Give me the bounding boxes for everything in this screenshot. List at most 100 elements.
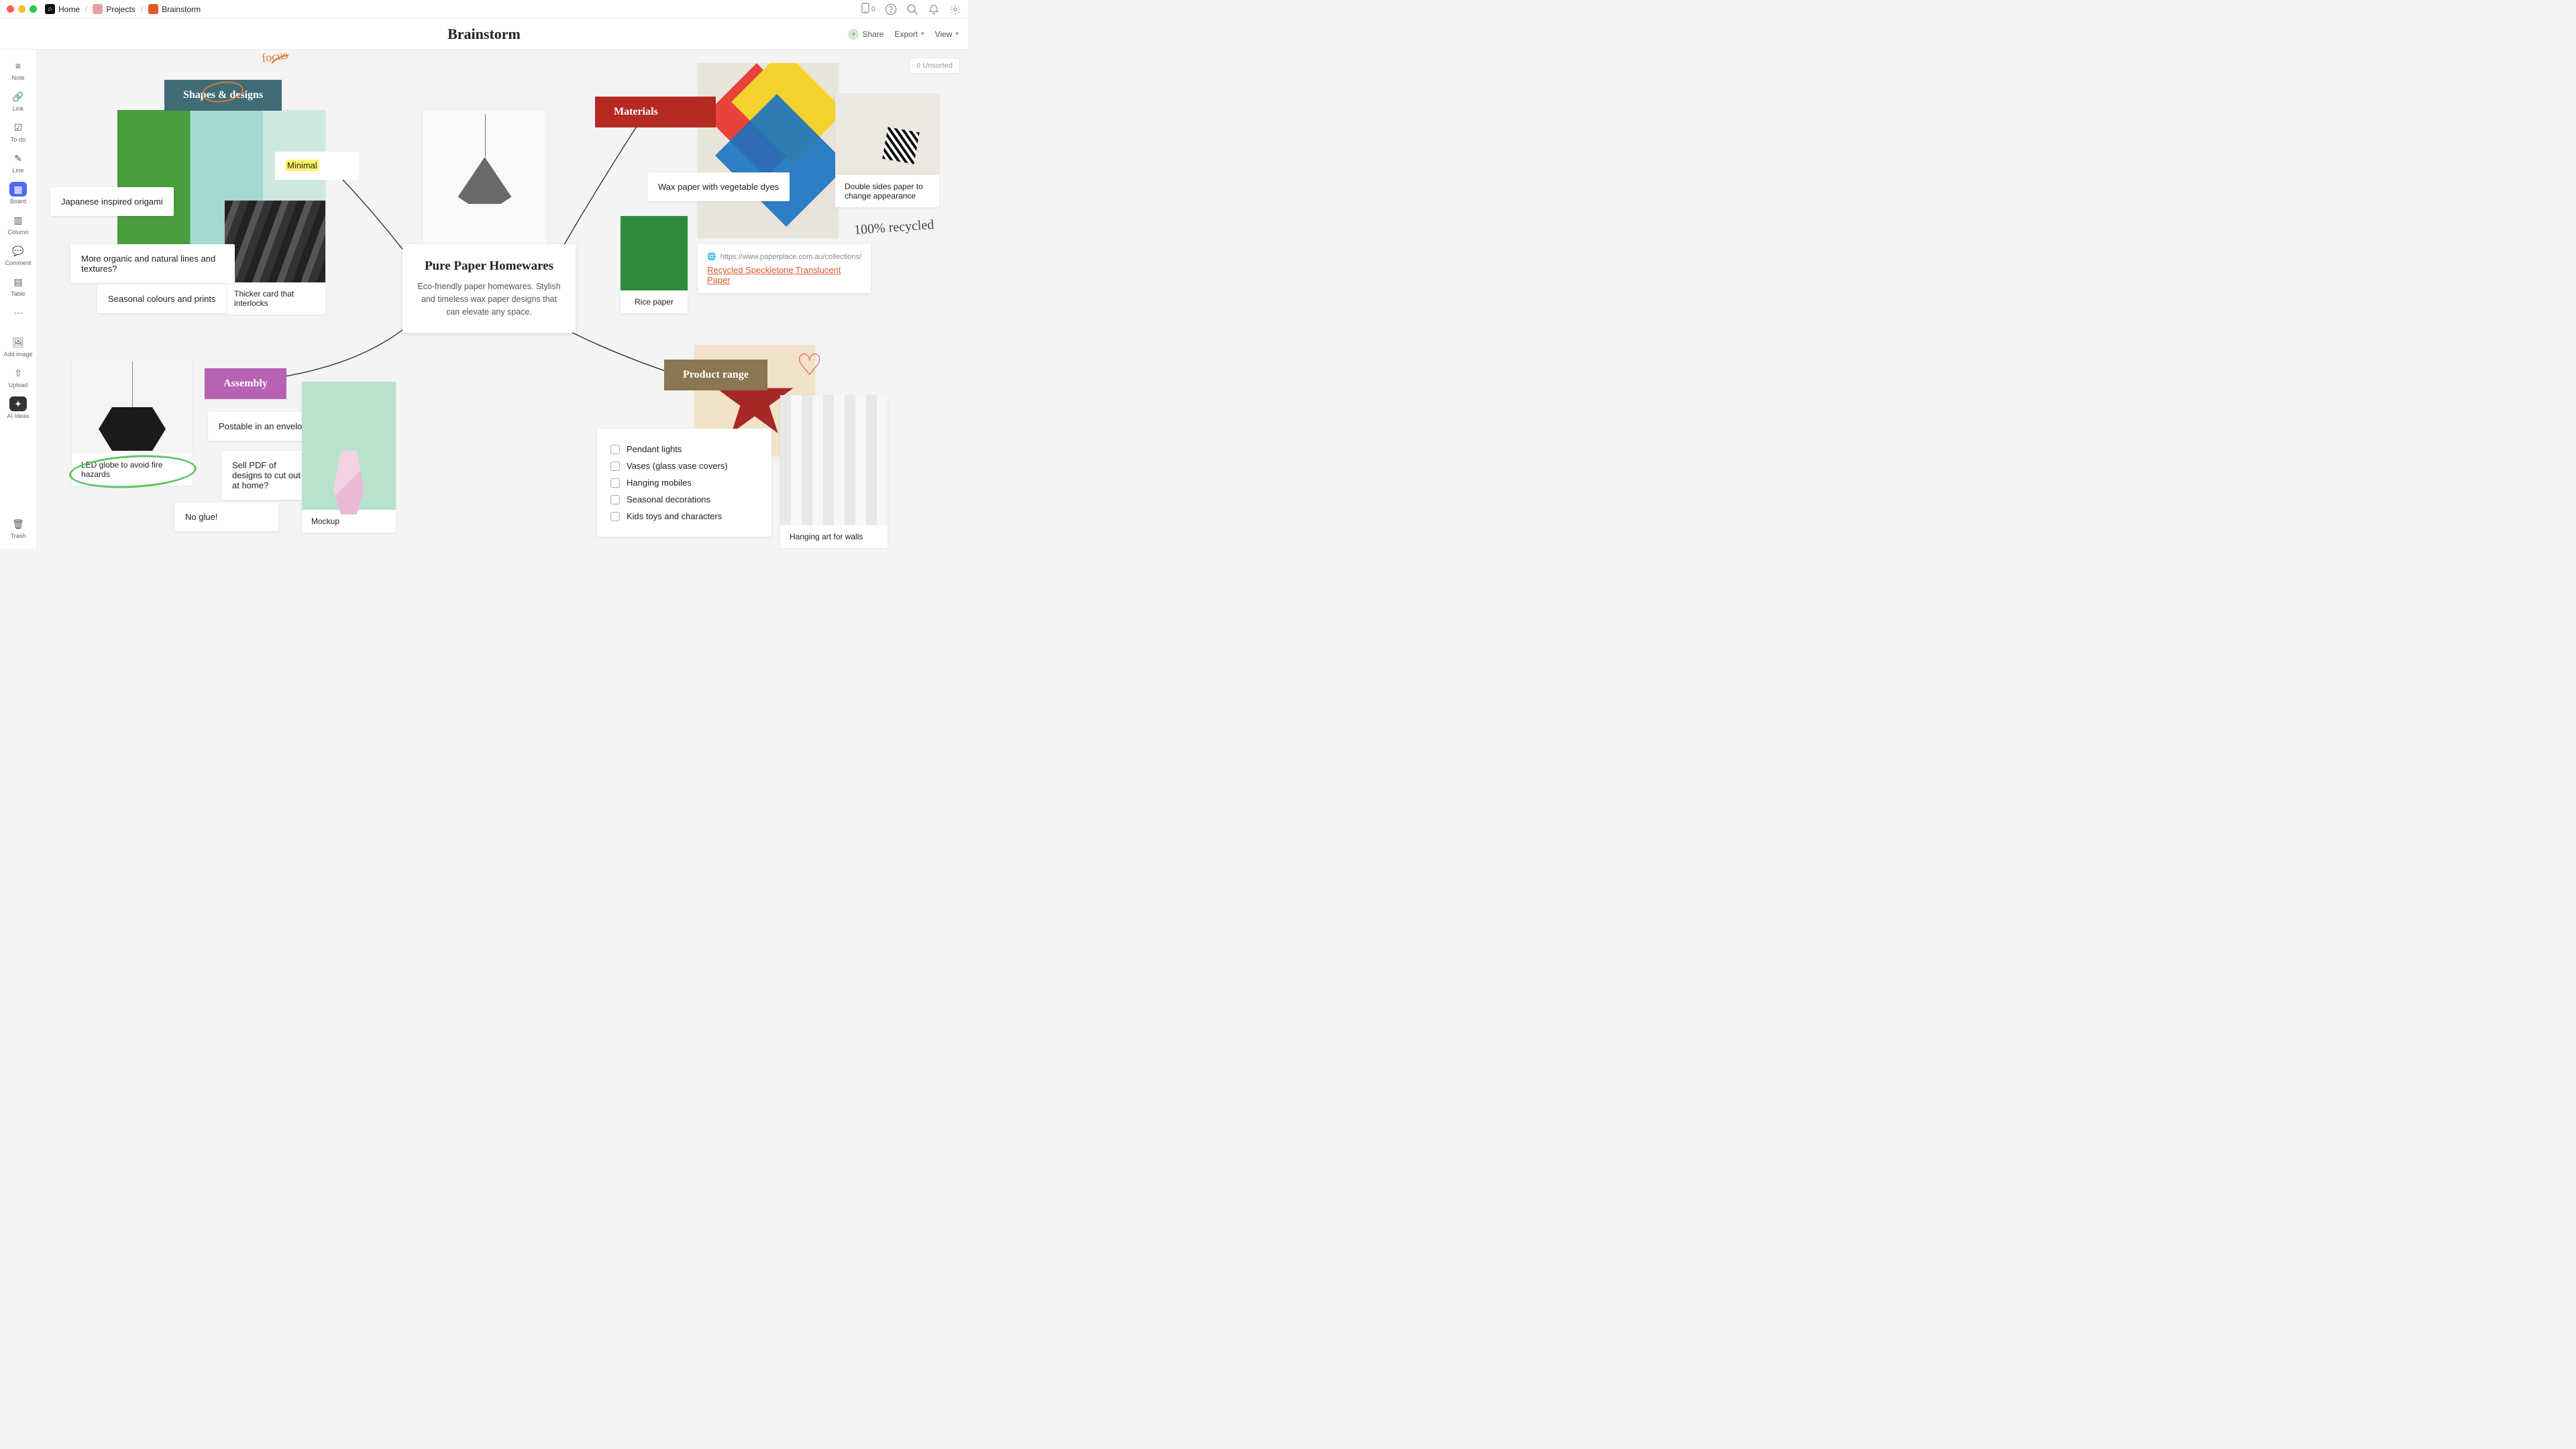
breadcrumb-projects[interactable]: Projects: [93, 4, 135, 14]
central-card[interactable]: Pure Paper Homewares Eco-friendly paper …: [402, 244, 576, 333]
breadcrumb-separator: /: [141, 5, 143, 14]
image-colored-paper[interactable]: [698, 63, 839, 237]
note-noglue[interactable]: No glue!: [174, 502, 278, 531]
export-button[interactable]: Export ▾: [894, 30, 924, 39]
share-button[interactable]: + Share: [848, 29, 883, 40]
share-label: Share: [862, 30, 883, 39]
toolbar-sidebar: ≡Note 🔗Link ☑To-do ✎Line ▦Board ▥Column …: [0, 50, 37, 549]
note-icon: ≡: [9, 58, 27, 73]
caption-mockup: Mockup: [302, 510, 396, 533]
mobile-indicator[interactable]: 0: [861, 3, 875, 15]
breadcrumb-projects-label: Projects: [106, 5, 135, 14]
link-card-recycled-paper[interactable]: 🌐 https://www.paperplace.com.au/collecti…: [698, 244, 871, 293]
board-icon: ▦: [9, 182, 27, 197]
check-item-vases[interactable]: Vases (glass vase covers): [610, 458, 758, 474]
note-seasonal[interactable]: Seasonal colours and prints: [97, 284, 226, 313]
checklist-product-range[interactable]: Pendant lights Vases (glass vase covers)…: [597, 429, 771, 537]
window-topbar: ⌂ Home / Projects / Brainstorm 0: [0, 0, 968, 19]
share-avatar-icon: +: [848, 29, 859, 40]
heart-icon: ♡: [796, 348, 822, 382]
folder-icon: [93, 4, 103, 14]
tool-link[interactable]: 🔗Link: [3, 86, 33, 115]
tool-add-image[interactable]: 🖼Add image: [3, 331, 33, 361]
check-item-mobiles[interactable]: Hanging mobiles: [610, 474, 758, 491]
phone-icon: [861, 3, 869, 15]
maximize-window-icon[interactable]: [30, 5, 37, 13]
unsorted-count: 0: [916, 62, 920, 70]
tool-board[interactable]: ▦Board: [3, 178, 33, 208]
unsorted-badge[interactable]: 0 Unsorted: [909, 58, 960, 74]
note-wax-paper[interactable]: Wax paper with vegetable dyes: [647, 172, 790, 201]
gear-icon[interactable]: [949, 3, 961, 15]
close-window-icon[interactable]: [7, 5, 14, 13]
check-item-pendant[interactable]: Pendant lights: [610, 441, 758, 458]
title-actions: + Share Export ▾ View ▾: [848, 29, 959, 40]
export-label: Export: [894, 30, 918, 39]
image-grey-pendant-lamp[interactable]: [423, 110, 547, 244]
chevron-down-icon: ▾: [955, 30, 959, 38]
view-button[interactable]: View ▾: [935, 30, 959, 39]
tool-upload[interactable]: ⇧Upload: [3, 362, 33, 392]
table-icon: ▤: [9, 274, 27, 289]
link-url: 🌐 https://www.paperplace.com.au/collecti…: [707, 252, 861, 261]
tool-comment[interactable]: 💬Comment: [3, 240, 33, 270]
label-materials[interactable]: Materials: [595, 97, 716, 127]
trash-icon: 🗑: [9, 517, 27, 531]
image-icon: 🖼: [9, 335, 27, 350]
image-folded-card[interactable]: Thicker card that interlocks: [225, 201, 325, 315]
tool-line[interactable]: ✎Line: [3, 148, 33, 177]
tool-note[interactable]: ≡Note: [3, 55, 33, 85]
note-japanese[interactable]: Japanese inspired origami: [50, 187, 174, 216]
label-assembly[interactable]: Assembly: [205, 368, 286, 399]
handwriting-focus: focus: [261, 50, 289, 66]
comment-icon: 💬: [9, 244, 27, 258]
note-minimal[interactable]: Minimal: [275, 152, 359, 180]
caption-hanging-art: Hanging art for walls: [780, 525, 888, 548]
search-icon[interactable]: [906, 3, 918, 15]
ai-icon: ✦: [9, 396, 27, 411]
breadcrumb: ⌂ Home / Projects / Brainstorm: [45, 4, 201, 14]
mobile-count: 0: [871, 5, 875, 13]
label-product-range[interactable]: Product range: [664, 360, 767, 390]
image-rice-paper[interactable]: Rice paper: [621, 216, 688, 313]
image-folding-paper[interactable]: Double sides paper to change appearance: [835, 93, 939, 207]
breadcrumb-current-label: Brainstorm: [162, 5, 201, 14]
link-title: Recycled Speckletone Translucent Paper: [707, 265, 861, 285]
bell-icon[interactable]: [928, 3, 940, 15]
caption-double-sides: Double sides paper to change appearance: [835, 175, 939, 207]
link-url-text: https://www.paperplace.com.au/collection…: [720, 253, 861, 261]
topbar-right: 0: [861, 3, 961, 15]
tool-more[interactable]: ⋯: [3, 302, 33, 323]
todo-icon: ☑: [9, 120, 27, 135]
breadcrumb-current[interactable]: Brainstorm: [148, 4, 201, 14]
link-icon: 🔗: [9, 89, 27, 104]
checkbox-icon[interactable]: [610, 445, 620, 454]
column-icon: ▥: [9, 213, 27, 227]
checkbox-icon[interactable]: [610, 495, 620, 504]
tool-trash[interactable]: 🗑Trash: [3, 513, 33, 549]
tool-column[interactable]: ▥Column: [3, 209, 33, 239]
image-hanging-art[interactable]: Hanging art for walls: [780, 395, 888, 548]
image-vase-mockup[interactable]: Mockup: [302, 382, 396, 533]
breadcrumb-home[interactable]: ⌂ Home: [45, 4, 80, 14]
help-icon[interactable]: [885, 3, 897, 15]
tool-todo[interactable]: ☑To-do: [3, 117, 33, 146]
globe-icon: 🌐: [707, 252, 716, 261]
board-canvas[interactable]: 0 Unsorted Shapes & designs focus Minima…: [37, 50, 968, 549]
chevron-down-icon: ▾: [921, 30, 924, 38]
handwriting-recycled: 100% recycled: [853, 218, 934, 237]
tool-table[interactable]: ▤Table: [3, 271, 33, 301]
checkbox-icon[interactable]: [610, 512, 620, 521]
note-organic[interactable]: More organic and natural lines and textu…: [70, 244, 235, 283]
note-minimal-text: Minimal: [286, 160, 319, 171]
board-icon: [148, 4, 158, 14]
checkbox-icon[interactable]: [610, 462, 620, 471]
home-icon: ⌂: [45, 4, 55, 14]
unsorted-label: Unsorted: [922, 62, 953, 70]
tool-ai-ideas[interactable]: ✦AI Ideas: [3, 393, 33, 423]
check-item-kids[interactable]: Kids toys and characters: [610, 508, 758, 525]
minimize-window-icon[interactable]: [18, 5, 25, 13]
central-body: Eco-friendly paper homewares. Stylish an…: [416, 280, 562, 318]
checkbox-icon[interactable]: [610, 478, 620, 488]
check-item-seasonal[interactable]: Seasonal decorations: [610, 491, 758, 508]
